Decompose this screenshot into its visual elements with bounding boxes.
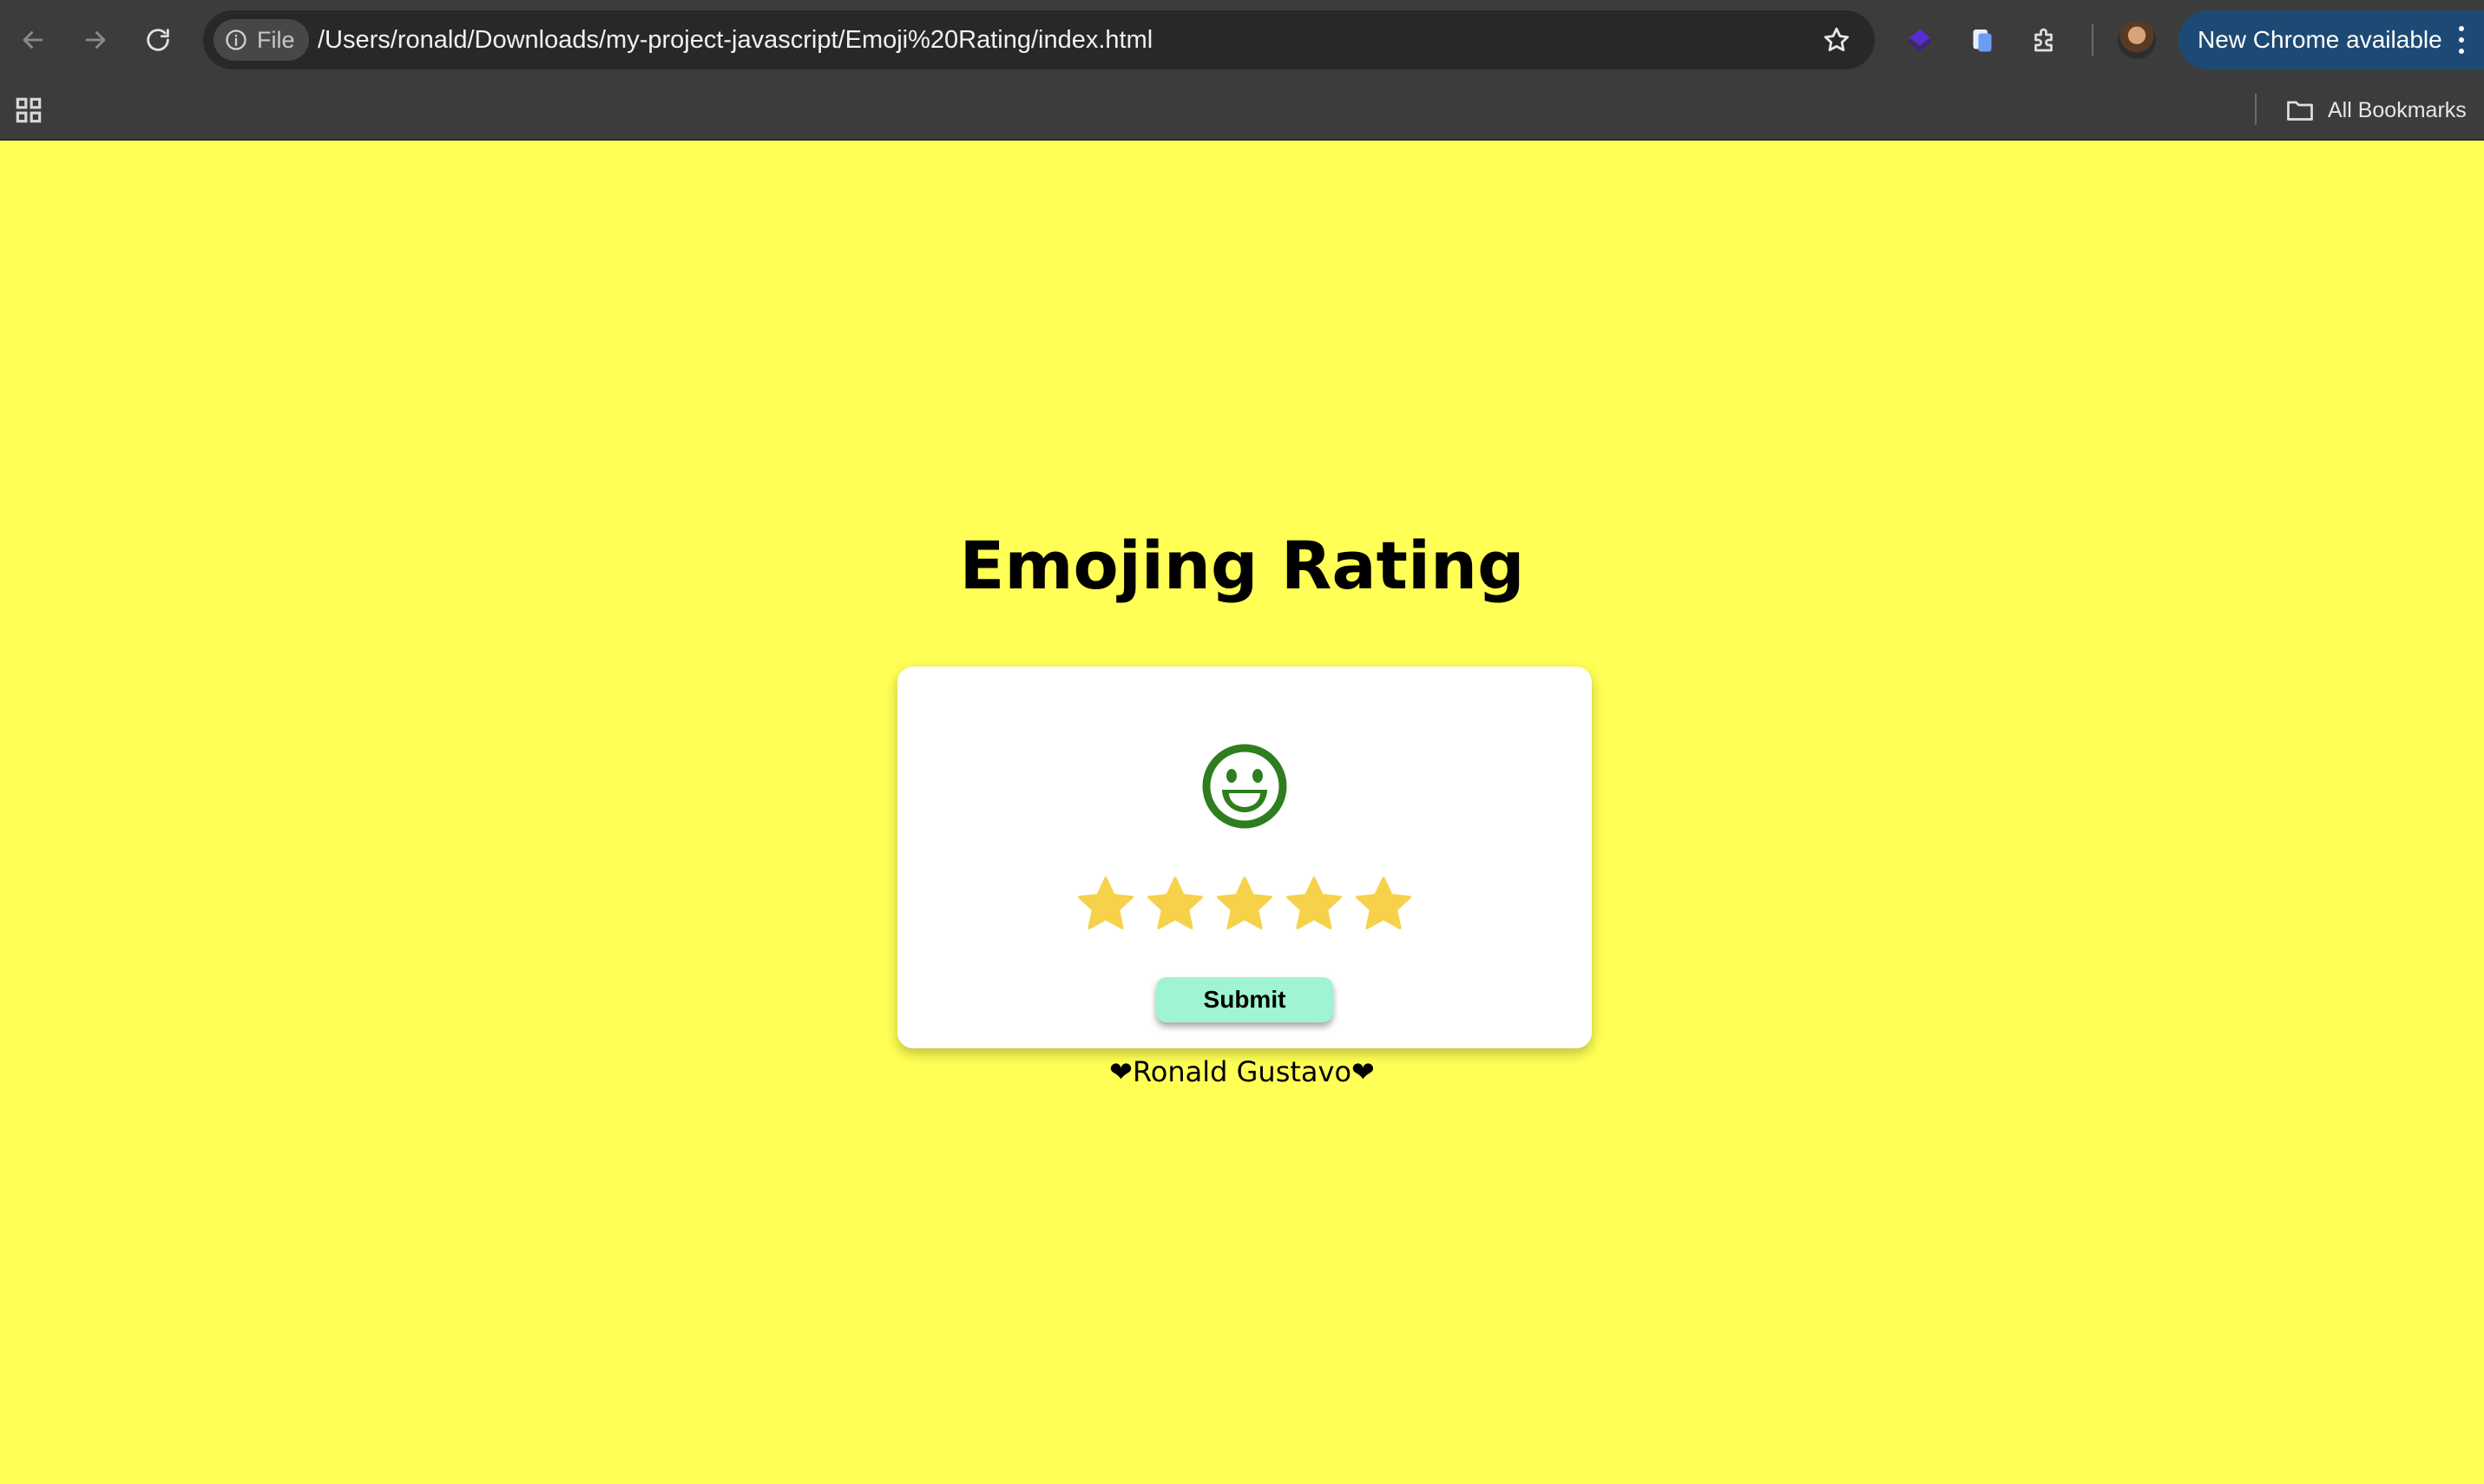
extension-document-button[interactable] — [1962, 19, 2003, 61]
forward-button[interactable] — [75, 19, 116, 61]
update-chrome-button[interactable]: New Chrome available — [2178, 10, 2484, 69]
site-info-label: File — [257, 26, 295, 53]
rating-star-3[interactable] — [1212, 871, 1278, 937]
reload-icon — [147, 29, 169, 51]
update-label: New Chrome available — [2198, 26, 2442, 53]
bookmark-page-button[interactable] — [1816, 19, 1857, 61]
page-title: Emojing Rating — [959, 527, 1525, 604]
rating-star-5[interactable] — [1350, 871, 1416, 937]
address-bar[interactable]: File /Users/ronald/Downloads/my-project-… — [203, 10, 1875, 69]
blue-document-icon — [1973, 30, 1992, 52]
star-outline-icon — [1824, 27, 1850, 52]
back-button[interactable] — [12, 19, 54, 61]
url-text[interactable]: /Users/ronald/Downloads/my-project-javas… — [318, 10, 1153, 69]
bookmarks-divider — [2255, 94, 2257, 125]
all-bookmarks-button[interactable]: All Bookmarks — [2284, 90, 2467, 130]
rating-star-2[interactable] — [1142, 871, 1208, 937]
submit-button[interactable]: Submit — [1156, 977, 1333, 1022]
folder-icon — [2287, 101, 2313, 121]
puzzle-icon — [2034, 28, 2053, 52]
browser-toolbar: File /Users/ronald/Downloads/my-project-… — [0, 0, 2484, 80]
profile-avatar[interactable] — [2118, 21, 2156, 59]
star-rating — [1073, 871, 1416, 941]
apps-grid-icon[interactable] — [12, 94, 45, 127]
info-icon — [226, 30, 246, 50]
page-viewport: Emojing Rating Submit ❤Ronald Gustavo❤ — [0, 141, 2484, 1484]
three-dots-vertical-icon[interactable] — [2458, 26, 2465, 54]
grinning-face-icon — [1202, 744, 1287, 829]
purple-extension-icon — [1909, 30, 1931, 51]
reload-button[interactable] — [137, 19, 179, 61]
arrow-right-icon — [85, 31, 106, 49]
extension-purple-button[interactable] — [1899, 19, 1941, 61]
extensions-button[interactable] — [2024, 19, 2066, 61]
rating-card: Submit — [897, 666, 1592, 1048]
rating-star-1[interactable] — [1073, 871, 1139, 937]
site-info-chip[interactable]: File — [214, 19, 309, 61]
arrow-left-icon — [23, 31, 43, 49]
all-bookmarks-label: All Bookmarks — [2328, 97, 2467, 122]
rating-star-4[interactable] — [1281, 871, 1347, 937]
author-credit: ❤Ronald Gustavo❤ — [1109, 1055, 1375, 1088]
bookmarks-bar: All Bookmarks — [0, 80, 2484, 141]
toolbar-divider — [2092, 24, 2093, 56]
